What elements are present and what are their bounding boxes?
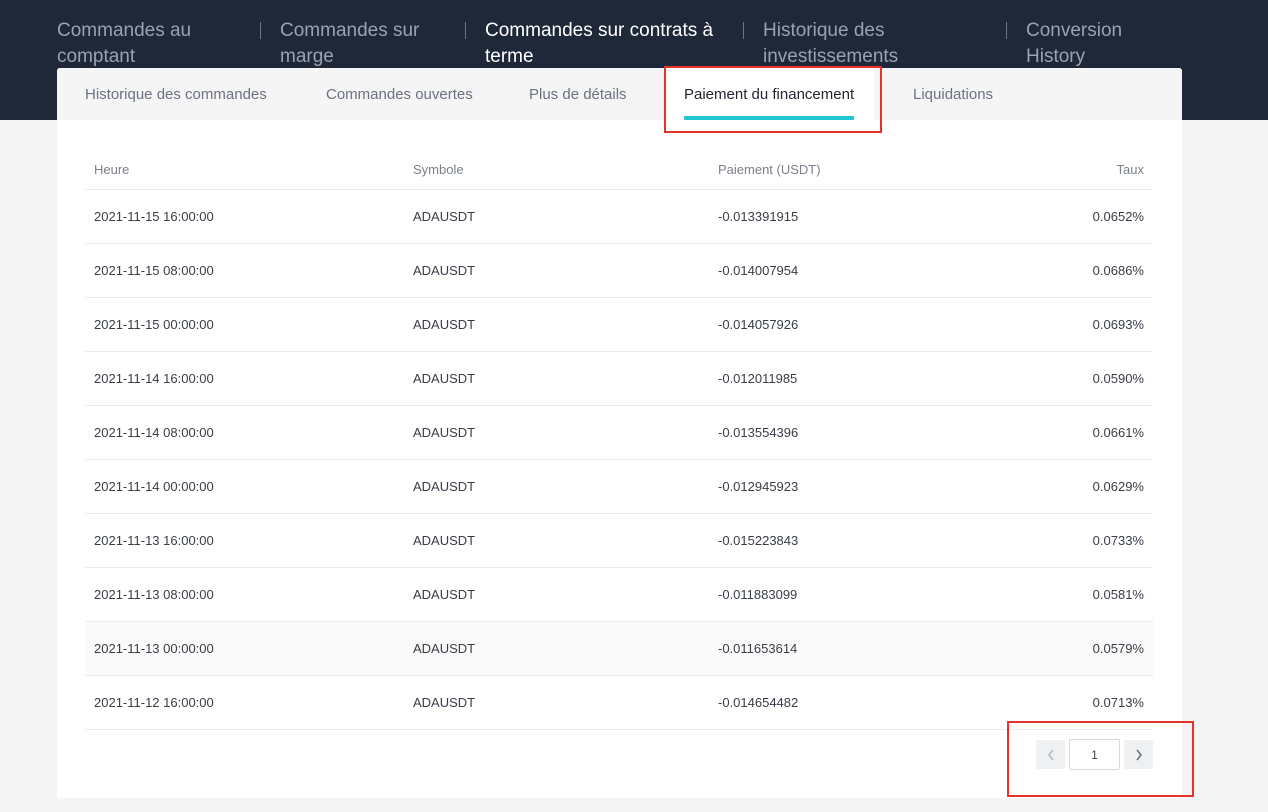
subtab-open-orders[interactable]: Commandes ouvertes — [326, 68, 473, 120]
cell-payment: -0.012945923 — [709, 459, 939, 514]
tab-label: Commandes au — [57, 20, 192, 41]
cell-time: 2021-11-13 08:00:00 — [85, 567, 404, 622]
tab-label: terme — [485, 46, 534, 67]
table-row: 2021-11-13 16:00:00 ADAUSDT -0.015223843… — [85, 513, 1153, 568]
tab-label: Historique des — [763, 20, 885, 41]
cell-rate: 0.0693% — [939, 297, 1153, 352]
subtab-order-history[interactable]: Historique des commandes — [85, 68, 267, 120]
cell-symbol: ADAUSDT — [404, 675, 709, 730]
subtab-funding-payment[interactable]: Paiement du financement — [664, 68, 875, 120]
cell-symbol: ADAUSDT — [404, 297, 709, 352]
cell-time: 2021-11-13 16:00:00 — [85, 513, 404, 568]
column-header-payment: Paiement (USDT) — [709, 150, 939, 190]
tab-divider — [260, 22, 261, 39]
tab-label: investissements — [763, 46, 899, 67]
subtab-liquidations[interactable]: Liquidations — [913, 68, 993, 120]
cell-rate: 0.0590% — [939, 351, 1153, 406]
cell-symbol: ADAUSDT — [404, 567, 709, 622]
funding-payment-table: Heure Symbole Paiement (USDT) Taux 2021-… — [85, 150, 1153, 730]
tab-divider — [1006, 22, 1007, 39]
cell-payment: -0.012011985 — [709, 351, 939, 406]
cell-symbol: ADAUSDT — [404, 243, 709, 298]
tab-spot-orders[interactable]: Commandes au comptant — [57, 18, 191, 70]
cell-rate: 0.0713% — [939, 675, 1153, 730]
sub-tab-bar: Historique des commandes Commandes ouver… — [57, 68, 1182, 120]
cell-symbol: ADAUSDT — [404, 621, 709, 676]
table-row: 2021-11-15 16:00:00 ADAUSDT -0.013391915… — [85, 189, 1153, 244]
tab-label: Commandes sur contrats à — [485, 20, 714, 41]
tab-label: Commandes sur — [280, 20, 420, 41]
cell-symbol: ADAUSDT — [404, 513, 709, 568]
column-header-symbol: Symbole — [404, 150, 709, 190]
tab-label: marge — [280, 46, 334, 67]
tab-conversion-history[interactable]: Conversion History — [1026, 18, 1122, 70]
table-row: 2021-11-14 16:00:00 ADAUSDT -0.012011985… — [85, 351, 1153, 406]
cell-time: 2021-11-12 16:00:00 — [85, 675, 404, 730]
cell-rate: 0.0733% — [939, 513, 1153, 568]
previous-page-button[interactable] — [1036, 740, 1065, 769]
table-header-row: Heure Symbole Paiement (USDT) Taux — [85, 150, 1153, 190]
chevron-right-icon — [1135, 749, 1142, 760]
table-row: 2021-11-13 00:00:00 ADAUSDT -0.011653614… — [85, 621, 1153, 676]
subtab-more-details[interactable]: Plus de détails — [529, 68, 627, 120]
table-row: 2021-11-12 16:00:00 ADAUSDT -0.014654482… — [85, 675, 1153, 730]
tab-label: Conversion — [1026, 20, 1123, 41]
table-row: 2021-11-14 00:00:00 ADAUSDT -0.012945923… — [85, 459, 1153, 514]
table-row: 2021-11-14 08:00:00 ADAUSDT -0.013554396… — [85, 405, 1153, 460]
cell-rate: 0.0579% — [939, 621, 1153, 676]
cell-rate: 0.0629% — [939, 459, 1153, 514]
cell-rate: 0.0661% — [939, 405, 1153, 460]
cell-symbol: ADAUSDT — [404, 405, 709, 460]
tab-label: History — [1026, 46, 1086, 67]
cell-payment: -0.013554396 — [709, 405, 939, 460]
cell-payment: -0.013391915 — [709, 189, 939, 244]
cell-rate: 0.0652% — [939, 189, 1153, 244]
cell-time: 2021-11-15 16:00:00 — [85, 189, 404, 244]
cell-rate: 0.0581% — [939, 567, 1153, 622]
table-row: 2021-11-15 00:00:00 ADAUSDT -0.014057926… — [85, 297, 1153, 352]
cell-time: 2021-11-14 00:00:00 — [85, 459, 404, 514]
subtab-label: Paiement du financement — [684, 86, 855, 103]
tab-divider — [743, 22, 744, 39]
cell-time: 2021-11-15 00:00:00 — [85, 297, 404, 352]
tab-margin-orders[interactable]: Commandes sur marge — [280, 18, 419, 70]
chevron-left-icon — [1047, 749, 1054, 760]
tab-investment-history[interactable]: Historique des investissements — [763, 18, 898, 70]
cell-payment: -0.014007954 — [709, 243, 939, 298]
cell-payment: -0.011883099 — [709, 567, 939, 622]
cell-time: 2021-11-13 00:00:00 — [85, 621, 404, 676]
column-header-time: Heure — [85, 150, 404, 190]
next-page-button[interactable] — [1124, 740, 1153, 769]
cell-time: 2021-11-15 08:00:00 — [85, 243, 404, 298]
cell-symbol: ADAUSDT — [404, 189, 709, 244]
table-row: 2021-11-13 08:00:00 ADAUSDT -0.011883099… — [85, 567, 1153, 622]
table-row: 2021-11-15 08:00:00 ADAUSDT -0.014007954… — [85, 243, 1153, 298]
cell-symbol: ADAUSDT — [404, 459, 709, 514]
cell-symbol: ADAUSDT — [404, 351, 709, 406]
tab-futures-orders[interactable]: Commandes sur contrats à terme — [485, 18, 713, 70]
cell-payment: -0.011653614 — [709, 621, 939, 676]
cell-rate: 0.0686% — [939, 243, 1153, 298]
active-tab-indicator — [684, 116, 855, 120]
cell-payment: -0.015223843 — [709, 513, 939, 568]
cell-time: 2021-11-14 16:00:00 — [85, 351, 404, 406]
cell-payment: -0.014057926 — [709, 297, 939, 352]
tab-divider — [465, 22, 466, 39]
tab-label: comptant — [57, 46, 136, 67]
cell-time: 2021-11-14 08:00:00 — [85, 405, 404, 460]
page-number-input[interactable] — [1069, 739, 1120, 770]
cell-payment: -0.014654482 — [709, 675, 939, 730]
column-header-rate: Taux — [939, 150, 1153, 190]
